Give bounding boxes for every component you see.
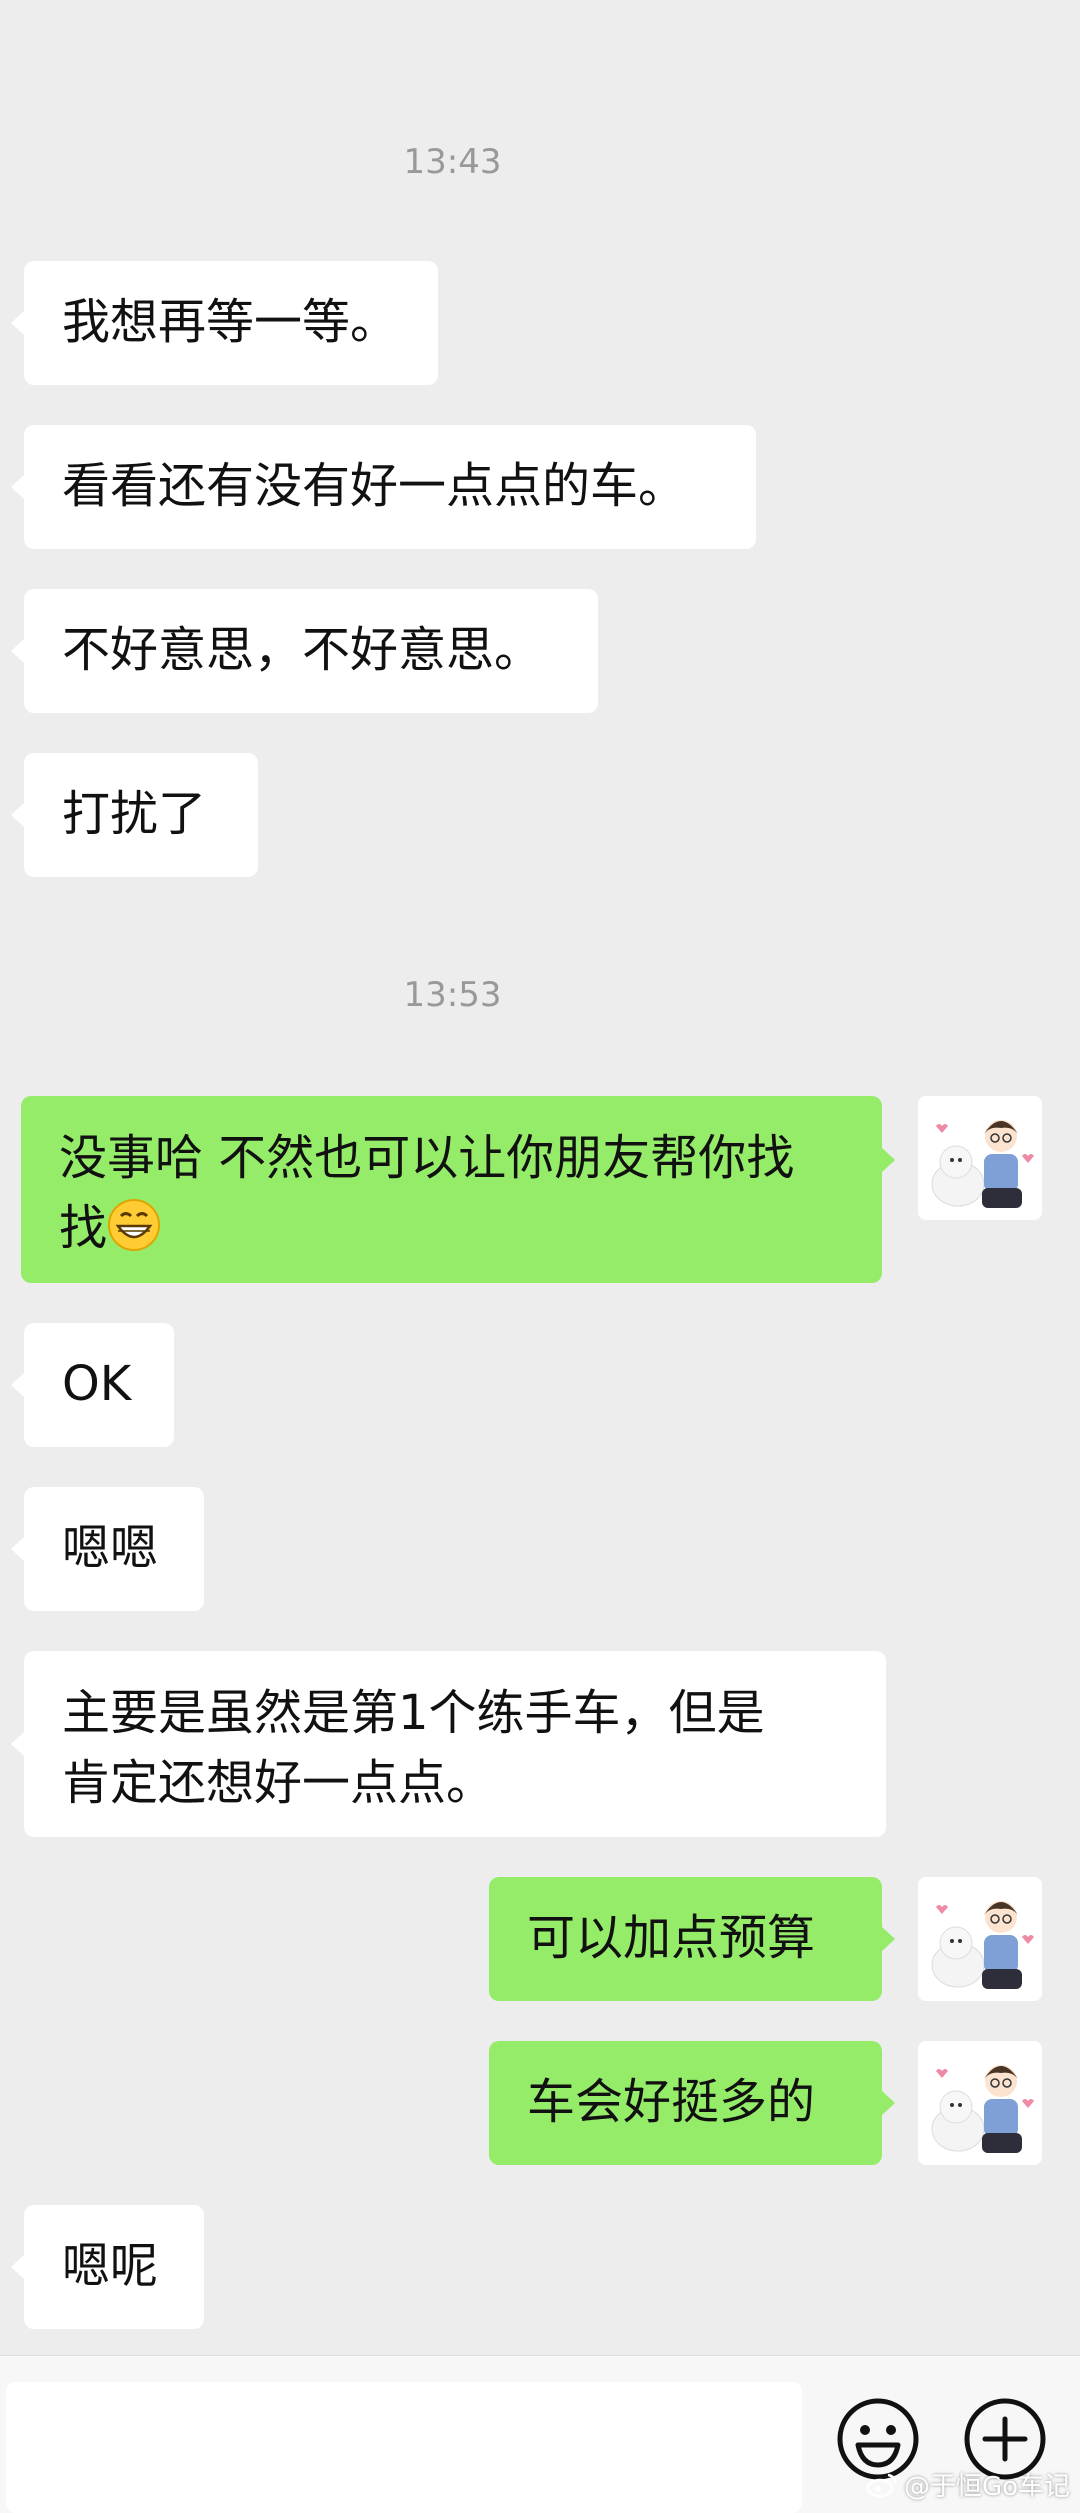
- avatar-illustration-icon: [918, 1096, 1042, 1220]
- message-text: 打扰了: [62, 786, 207, 843]
- avatar[interactable]: [918, 2041, 1042, 2165]
- avatar-illustration-icon: [918, 2041, 1042, 2165]
- message-text: 嗯呢: [62, 2238, 159, 2295]
- message-text: 车会好挺多的: [527, 2074, 816, 2131]
- message-bubble-incoming[interactable]: 我想再等一等。: [11, 261, 438, 385]
- message-text: 不好意思，不好意思。: [62, 622, 543, 679]
- message-bubble-incoming[interactable]: 嗯呢: [11, 2205, 204, 2329]
- message-bubble-incoming[interactable]: 嗯嗯: [11, 1487, 204, 1611]
- message-bubble-incoming[interactable]: 不好意思，不好意思。: [11, 589, 598, 713]
- watermark-text: @于恒Go车记: [903, 2472, 1070, 2502]
- message-text: OK: [62, 1356, 132, 1413]
- message-bubble-outgoing[interactable]: 车会好挺多的: [489, 2041, 895, 2165]
- chat-area[interactable]: 13:43 我想再等一等。 看看还有没有好一点点的车。 不好意思，不好意思。 打…: [0, 0, 1080, 2355]
- message-bubble-outgoing[interactable]: 没事哈 不然也可以让你朋友帮你找 找: [21, 1096, 895, 1283]
- message-text-wrap: 主要是虽然是第1个练手车，但是 肯定还想好一点点。: [62, 1651, 848, 1865]
- message-text: 主要是虽然是第1个练手车，但是: [62, 1685, 765, 1741]
- message-text-wrap: 没事哈 不然也可以让你朋友帮你找 找: [59, 1096, 844, 1311]
- message-text-line2: 肯定还想好一点点。: [62, 1754, 495, 1811]
- timestamp: 13:53: [403, 975, 502, 1015]
- message-bubble-incoming[interactable]: 主要是虽然是第1个练手车，但是 肯定还想好一点点。: [11, 1651, 886, 1837]
- avatar[interactable]: [918, 1096, 1042, 1220]
- timestamp: 13:43: [403, 142, 502, 182]
- message-text: 看看还有没有好一点点的车。: [62, 458, 687, 515]
- message-text: 我想再等一等。: [62, 294, 399, 351]
- message-text-line2: 找: [59, 1194, 844, 1264]
- input-bar: @于恒Go车记: [0, 2355, 1080, 2513]
- message-text: 嗯嗯: [62, 1520, 159, 1577]
- avatar[interactable]: [918, 1877, 1042, 2001]
- message-input[interactable]: [6, 2382, 802, 2513]
- watermark: @于恒Go车记: [866, 2466, 1070, 2503]
- weibo-icon: [866, 2473, 897, 2497]
- message-text: 可以加点预算: [527, 1910, 816, 1967]
- message-text: 没事哈 不然也可以让你朋友帮你找: [59, 1130, 795, 1186]
- message-bubble-incoming[interactable]: OK: [11, 1323, 174, 1447]
- message-bubble-incoming[interactable]: 看看还有没有好一点点的车。: [11, 425, 756, 549]
- avatar-illustration-icon: [918, 1877, 1042, 2001]
- message-bubble-outgoing[interactable]: 可以加点预算: [489, 1877, 895, 2001]
- grinning-face-emoji-icon: [108, 1198, 161, 1251]
- message-text: 找: [59, 1199, 108, 1256]
- message-bubble-incoming[interactable]: 打扰了: [11, 753, 258, 877]
